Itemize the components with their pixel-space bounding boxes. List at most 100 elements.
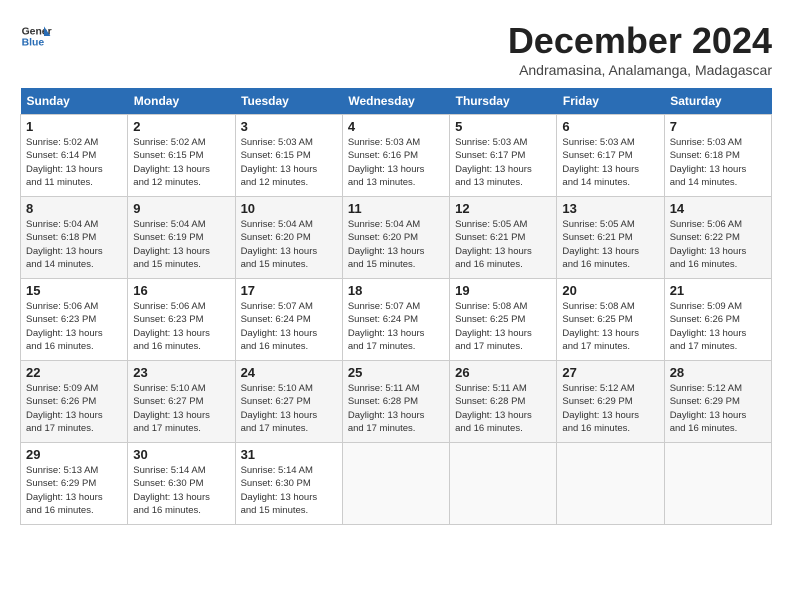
day-number: 10 <box>241 201 337 216</box>
day-number: 28 <box>670 365 766 380</box>
day-info: Sunrise: 5:11 AM Sunset: 6:28 PM Dayligh… <box>455 382 551 435</box>
calendar-week-2: 8 Sunrise: 5:04 AM Sunset: 6:18 PM Daylig… <box>21 197 772 279</box>
col-tuesday: Tuesday <box>235 88 342 115</box>
day-info: Sunrise: 5:06 AM Sunset: 6:22 PM Dayligh… <box>670 218 766 271</box>
table-row: 11Sunrise: 5:04 AM Sunset: 6:20 PM Dayli… <box>342 197 449 279</box>
day-info: Sunrise: 5:08 AM Sunset: 6:25 PM Dayligh… <box>455 300 551 353</box>
table-row: 15 Sunrise: 5:06 AM Sunset: 6:23 PM Dayli… <box>21 279 128 361</box>
table-row <box>342 443 449 525</box>
table-row: 10 Sunrise: 5:04 AM Sunset: 6:20 PM Dayli… <box>235 197 342 279</box>
day-info: Sunrise: 5:05 AM Sunset: 6:21 PM Dayligh… <box>455 218 551 271</box>
day-number: 3 <box>241 119 337 134</box>
day-info: Sunrise: 5:03 AM Sunset: 6:17 PM Dayligh… <box>562 136 658 189</box>
table-row: 26 Sunrise: 5:11 AM Sunset: 6:28 PM Dayli… <box>450 361 557 443</box>
table-row <box>450 443 557 525</box>
table-row: 27 Sunrise: 5:12 AM Sunset: 6:29 PM Dayli… <box>557 361 664 443</box>
day-info: Sunrise: 5:09 AM Sunset: 6:26 PM Dayligh… <box>670 300 766 353</box>
day-number: 5 <box>455 119 551 134</box>
day-number: 25 <box>348 365 444 380</box>
day-number: 9 <box>133 201 229 216</box>
table-row: 12 Sunrise: 5:05 AM Sunset: 6:21 PM Dayli… <box>450 197 557 279</box>
day-info: Sunrise: 5:09 AM Sunset: 6:26 PM Dayligh… <box>26 382 122 435</box>
day-info: Sunrise: 5:05 AM Sunset: 6:21 PM Dayligh… <box>562 218 658 271</box>
day-number: 2 <box>133 119 229 134</box>
table-row: 22Sunrise: 5:09 AM Sunset: 6:26 PM Dayli… <box>21 361 128 443</box>
table-row: 16Sunrise: 5:06 AM Sunset: 6:23 PM Dayli… <box>128 279 235 361</box>
day-info: Sunrise: 5:04 AM Sunset: 6:19 PM Dayligh… <box>133 218 229 271</box>
day-number: 17 <box>241 283 337 298</box>
col-monday: Monday <box>128 88 235 115</box>
table-row: 8 Sunrise: 5:04 AM Sunset: 6:18 PM Daylig… <box>21 197 128 279</box>
day-info: Sunrise: 5:07 AM Sunset: 6:24 PM Dayligh… <box>241 300 337 353</box>
col-wednesday: Wednesday <box>342 88 449 115</box>
page-header: General Blue December 2024 Andramasina, … <box>20 20 772 78</box>
table-row: 4Sunrise: 5:03 AM Sunset: 6:16 PM Daylig… <box>342 115 449 197</box>
day-info: Sunrise: 5:04 AM Sunset: 6:18 PM Dayligh… <box>26 218 122 271</box>
day-info: Sunrise: 5:03 AM Sunset: 6:15 PM Dayligh… <box>241 136 337 189</box>
svg-text:Blue: Blue <box>22 38 45 49</box>
day-number: 20 <box>562 283 658 298</box>
table-row: 30 Sunrise: 5:14 AM Sunset: 6:30 PM Dayli… <box>128 443 235 525</box>
day-info: Sunrise: 5:12 AM Sunset: 6:29 PM Dayligh… <box>562 382 658 435</box>
table-row: 3 Sunrise: 5:03 AM Sunset: 6:15 PM Daylig… <box>235 115 342 197</box>
table-row: 17 Sunrise: 5:07 AM Sunset: 6:24 PM Dayli… <box>235 279 342 361</box>
title-area: December 2024 Andramasina, Analamanga, M… <box>508 20 772 78</box>
table-row: 28 Sunrise: 5:12 AM Sunset: 6:29 PM Dayli… <box>664 361 771 443</box>
table-row <box>557 443 664 525</box>
day-info: Sunrise: 5:12 AM Sunset: 6:29 PM Dayligh… <box>670 382 766 435</box>
day-info: Sunrise: 5:03 AM Sunset: 6:18 PM Dayligh… <box>670 136 766 189</box>
table-row: 6 Sunrise: 5:03 AM Sunset: 6:17 PM Daylig… <box>557 115 664 197</box>
day-number: 26 <box>455 365 551 380</box>
day-number: 27 <box>562 365 658 380</box>
day-info: Sunrise: 5:10 AM Sunset: 6:27 PM Dayligh… <box>133 382 229 435</box>
table-row: 23 Sunrise: 5:10 AM Sunset: 6:27 PM Dayli… <box>128 361 235 443</box>
month-title: December 2024 <box>508 20 772 62</box>
table-row: 18 Sunrise: 5:07 AM Sunset: 6:24 PM Dayli… <box>342 279 449 361</box>
day-number: 23 <box>133 365 229 380</box>
day-info: Sunrise: 5:02 AM Sunset: 6:14 PM Dayligh… <box>26 136 122 189</box>
day-number: 6 <box>562 119 658 134</box>
table-row: 14Sunrise: 5:06 AM Sunset: 6:22 PM Dayli… <box>664 197 771 279</box>
col-thursday: Thursday <box>450 88 557 115</box>
day-info: Sunrise: 5:13 AM Sunset: 6:29 PM Dayligh… <box>26 464 122 517</box>
day-number: 18 <box>348 283 444 298</box>
table-row: 31 Sunrise: 5:14 AM Sunset: 6:30 PM Dayli… <box>235 443 342 525</box>
day-info: Sunrise: 5:14 AM Sunset: 6:30 PM Dayligh… <box>241 464 337 517</box>
calendar-week-4: 22Sunrise: 5:09 AM Sunset: 6:26 PM Dayli… <box>21 361 772 443</box>
day-number: 1 <box>26 119 122 134</box>
day-info: Sunrise: 5:03 AM Sunset: 6:17 PM Dayligh… <box>455 136 551 189</box>
day-number: 29 <box>26 447 122 462</box>
day-info: Sunrise: 5:02 AM Sunset: 6:15 PM Dayligh… <box>133 136 229 189</box>
calendar-week-1: 1 Sunrise: 5:02 AM Sunset: 6:14 PM Daylig… <box>21 115 772 197</box>
day-number: 19 <box>455 283 551 298</box>
col-friday: Friday <box>557 88 664 115</box>
day-number: 11 <box>348 201 444 216</box>
day-info: Sunrise: 5:04 AM Sunset: 6:20 PM Dayligh… <box>241 218 337 271</box>
day-info: Sunrise: 5:10 AM Sunset: 6:27 PM Dayligh… <box>241 382 337 435</box>
logo: General Blue <box>20 20 52 52</box>
table-row: 21Sunrise: 5:09 AM Sunset: 6:26 PM Dayli… <box>664 279 771 361</box>
table-row: 5 Sunrise: 5:03 AM Sunset: 6:17 PM Daylig… <box>450 115 557 197</box>
calendar-table: Sunday Monday Tuesday Wednesday Thursday… <box>20 88 772 525</box>
table-row: 20 Sunrise: 5:08 AM Sunset: 6:25 PM Dayli… <box>557 279 664 361</box>
day-number: 8 <box>26 201 122 216</box>
day-info: Sunrise: 5:06 AM Sunset: 6:23 PM Dayligh… <box>133 300 229 353</box>
table-row <box>664 443 771 525</box>
calendar-week-5: 29 Sunrise: 5:13 AM Sunset: 6:29 PM Dayli… <box>21 443 772 525</box>
day-number: 30 <box>133 447 229 462</box>
location-subtitle: Andramasina, Analamanga, Madagascar <box>508 62 772 78</box>
day-info: Sunrise: 5:06 AM Sunset: 6:23 PM Dayligh… <box>26 300 122 353</box>
table-row: 25Sunrise: 5:11 AM Sunset: 6:28 PM Dayli… <box>342 361 449 443</box>
table-row: 29 Sunrise: 5:13 AM Sunset: 6:29 PM Dayli… <box>21 443 128 525</box>
day-info: Sunrise: 5:14 AM Sunset: 6:30 PM Dayligh… <box>133 464 229 517</box>
day-info: Sunrise: 5:07 AM Sunset: 6:24 PM Dayligh… <box>348 300 444 353</box>
col-saturday: Saturday <box>664 88 771 115</box>
table-row: 1 Sunrise: 5:02 AM Sunset: 6:14 PM Daylig… <box>21 115 128 197</box>
day-number: 12 <box>455 201 551 216</box>
day-info: Sunrise: 5:08 AM Sunset: 6:25 PM Dayligh… <box>562 300 658 353</box>
day-number: 31 <box>241 447 337 462</box>
day-number: 15 <box>26 283 122 298</box>
table-row: 2 Sunrise: 5:02 AM Sunset: 6:15 PM Daylig… <box>128 115 235 197</box>
header-row: Sunday Monday Tuesday Wednesday Thursday… <box>21 88 772 115</box>
table-row: 19 Sunrise: 5:08 AM Sunset: 6:25 PM Dayli… <box>450 279 557 361</box>
